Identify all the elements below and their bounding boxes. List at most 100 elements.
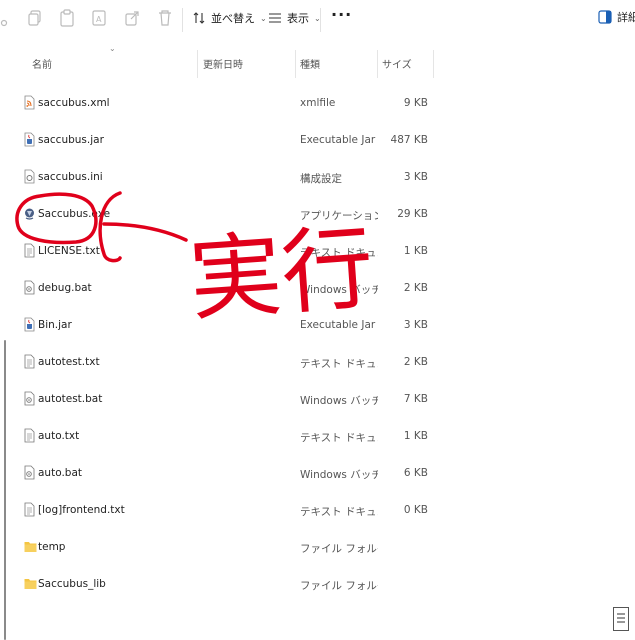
text-file-icon: [24, 243, 35, 258]
list-item[interactable]: auto.txt テキスト ドキュメント 1 KB: [18, 418, 438, 455]
scrollbar-thumb[interactable]: [4, 340, 6, 640]
file-name: saccubus.xml: [38, 97, 110, 109]
details-pane-icon: [598, 10, 612, 24]
list-item[interactable]: [log]frontend.txt テキスト ドキュメント 0 KB: [18, 492, 438, 529]
file-size: 487 KB: [390, 134, 428, 146]
file-name: autotest.txt: [38, 356, 100, 368]
column-header: ⌄ 名前 更新日時 種類 サイズ: [0, 44, 635, 78]
file-size: 2 KB: [403, 356, 428, 368]
delete-icon[interactable]: [157, 9, 173, 27]
file-name: auto.txt: [38, 430, 80, 442]
file-name: Bin.jar: [38, 319, 72, 331]
column-size[interactable]: サイズ: [382, 56, 412, 71]
column-name[interactable]: 名前: [32, 56, 52, 71]
file-type: テキスト ドキュメント: [300, 247, 378, 259]
list-item[interactable]: saccubus.jar Executable Jar File 487 KB: [18, 122, 438, 159]
list-item[interactable]: saccubus.ini 構成設定 3 KB: [18, 159, 438, 196]
toolbar-divider: [182, 8, 183, 32]
file-size: 7 KB: [403, 393, 428, 405]
text-file-icon: [24, 502, 35, 517]
file-name: debug.bat: [38, 282, 92, 294]
file-type: テキスト ドキュメント: [300, 432, 378, 444]
list-item[interactable]: autotest.bat Windows バッチ ファ... 7 KB: [18, 381, 438, 418]
file-type: Windows バッチ ファ...: [300, 395, 378, 407]
list-item[interactable]: saccubus.xml xmlfile 9 KB: [18, 85, 438, 122]
list-item[interactable]: Bin.jar Executable Jar File 3 KB: [18, 307, 438, 344]
file-type: Executable Jar File: [300, 319, 378, 331]
file-size: 29 KB: [397, 208, 428, 220]
list-item[interactable]: auto.bat Windows バッチ ファ... 6 KB: [18, 455, 438, 492]
svg-text:A: A: [96, 15, 102, 24]
bat-file-icon: [24, 391, 35, 406]
file-name: saccubus.ini: [38, 171, 103, 183]
sort-icon: [192, 11, 206, 25]
ini-file-icon: [24, 169, 35, 184]
file-name: Saccubus_lib: [38, 578, 106, 590]
list-item[interactable]: debug.bat Windows バッチ ファ... 2 KB: [18, 270, 438, 307]
file-name: autotest.bat: [38, 393, 103, 405]
vertical-scrollbar[interactable]: [0, 40, 7, 640]
file-name: temp: [38, 541, 66, 553]
chevron-down-icon: ⌄: [260, 13, 267, 23]
cut-icon[interactable]: [0, 9, 16, 27]
file-type: xmlfile: [300, 97, 336, 109]
toolbar-divider: [320, 8, 321, 32]
sort-label: 並べ替え: [211, 12, 255, 25]
list-item[interactable]: temp ファイル フォルダー: [18, 529, 438, 566]
list-item[interactable]: autotest.txt テキスト ドキュメント 2 KB: [18, 344, 438, 381]
list-item[interactable]: Saccubus_lib ファイル フォルダー: [18, 566, 438, 603]
list-item[interactable]: LICENSE.txt テキスト ドキュメント 1 KB: [18, 233, 438, 270]
more-options-button[interactable]: ···: [331, 5, 352, 24]
file-type: テキスト ドキュメント: [300, 358, 378, 370]
file-name: auto.bat: [38, 467, 82, 479]
file-name: [log]frontend.txt: [38, 504, 125, 516]
column-divider[interactable]: [377, 50, 378, 78]
file-size: 3 KB: [403, 171, 428, 183]
file-type: 構成設定: [300, 173, 342, 185]
rename-icon[interactable]: A: [91, 9, 107, 27]
exe-file-icon: [24, 206, 35, 221]
column-date[interactable]: 更新日時: [203, 56, 243, 71]
file-type: Windows バッチ ファ...: [300, 284, 378, 296]
view-icon: [268, 11, 282, 25]
column-divider[interactable]: [197, 50, 198, 78]
jar-file-icon: [24, 317, 35, 332]
file-size: 2 KB: [403, 282, 428, 294]
jar-file-icon: [24, 132, 35, 147]
file-name: Saccubus.exe: [38, 208, 111, 220]
file-name: saccubus.jar: [38, 134, 104, 146]
file-type: Executable Jar File: [300, 134, 378, 146]
details-pane-button[interactable]: 詳細: [598, 9, 635, 25]
file-size: 1 KB: [403, 245, 428, 257]
text-file-icon: [24, 354, 35, 369]
file-name: LICENSE.txt: [38, 245, 100, 257]
share-icon[interactable]: [124, 9, 140, 27]
file-size: 9 KB: [403, 97, 428, 109]
sort-indicator-icon: ⌄: [109, 44, 116, 53]
sort-button[interactable]: 並べ替え ⌄: [192, 9, 267, 27]
bat-file-icon: [24, 280, 35, 295]
details-label: 詳細: [617, 11, 635, 24]
file-type: ファイル フォルダー: [300, 580, 378, 592]
details-view-toggle[interactable]: [613, 607, 629, 631]
bat-file-icon: [24, 465, 35, 480]
file-type: ファイル フォルダー: [300, 543, 378, 555]
column-type[interactable]: 種類: [300, 56, 320, 71]
list-item[interactable]: Saccubus.exe アプリケーション 29 KB: [18, 196, 438, 233]
file-type: アプリケーション: [300, 210, 378, 222]
folder-icon: [24, 576, 37, 591]
file-type: Windows バッチ ファ...: [300, 469, 378, 481]
file-size: 0 KB: [403, 504, 428, 516]
command-bar: A 並べ替え ⌄ 表示 ⌄ ··· 詳細: [0, 0, 635, 38]
copy-icon[interactable]: [27, 9, 43, 27]
xml-file-icon: [24, 95, 35, 110]
file-size: 1 KB: [403, 430, 428, 442]
file-size: 3 KB: [403, 319, 428, 331]
paste-icon[interactable]: [59, 9, 75, 27]
file-size: 6 KB: [403, 467, 428, 479]
file-type: テキスト ドキュメント: [300, 506, 378, 518]
column-divider[interactable]: [295, 50, 296, 78]
view-button[interactable]: 表示 ⌄: [268, 9, 321, 27]
column-divider[interactable]: [433, 50, 434, 78]
folder-icon: [24, 539, 37, 554]
